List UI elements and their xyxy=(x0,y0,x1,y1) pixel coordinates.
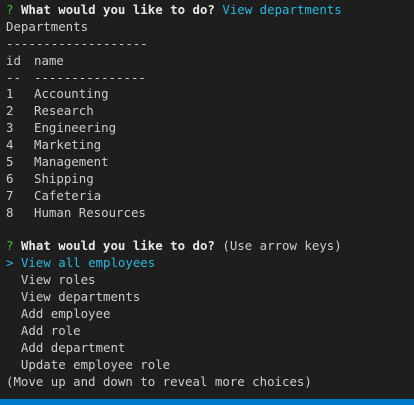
table-row: 6 Shipping xyxy=(6,171,414,188)
menu-choice-view-departments[interactable]: View departments xyxy=(6,289,414,306)
row-name: Engineering xyxy=(34,120,117,136)
row-id: 2 xyxy=(6,103,14,119)
row-id: 6 xyxy=(6,170,14,186)
choice-label: View departments xyxy=(20,289,141,305)
table-row: 2 Research xyxy=(6,103,414,120)
row-name: Accounting xyxy=(34,86,109,102)
row-id: 5 xyxy=(6,154,14,170)
prompt-line-1: ? What would you like to do? View depart… xyxy=(6,2,414,19)
prompt-hint: (Use arrow keys) xyxy=(222,238,342,254)
table-row: 4 Marketing xyxy=(6,137,414,154)
row-name: Marketing xyxy=(34,137,102,153)
row-name: Research xyxy=(34,103,94,119)
row-name: Cafeteria xyxy=(34,187,102,203)
choice-label: View roles xyxy=(20,272,96,288)
choice-label: View all employees xyxy=(20,255,156,271)
table-row: 1 Accounting xyxy=(6,86,414,103)
status-bar xyxy=(0,399,414,405)
prompt-line-2: ? What would you like to do? (Use arrow … xyxy=(6,238,414,255)
menu-choice-add-role[interactable]: Add role xyxy=(6,323,414,340)
choice-label: Update employee role xyxy=(20,356,171,372)
menu-choice-update-employee-role[interactable]: Update employee role xyxy=(6,357,414,374)
choice-label: Add department xyxy=(20,339,126,355)
table-title: Departments xyxy=(6,18,89,34)
choice-label: Add role xyxy=(20,322,81,338)
table-row: 8 Human Resources xyxy=(6,205,414,222)
menu-choice-add-department[interactable]: Add department xyxy=(6,340,414,357)
choice-label: Add employee xyxy=(20,306,111,322)
row-id: 3 xyxy=(6,120,14,136)
table-header-underline: -- --------------- xyxy=(6,70,414,87)
table-row: 5 Management xyxy=(6,154,414,171)
prompt-question: What would you like to do? xyxy=(20,2,215,17)
table-header-row: id name xyxy=(6,53,414,70)
header-id-underline: -- xyxy=(6,69,21,85)
table-row: 7 Cafeteria xyxy=(6,188,414,205)
row-id: 1 xyxy=(6,86,14,102)
menu-choice-view-all-employees[interactable]: > View all employees xyxy=(6,255,414,272)
row-id: 4 xyxy=(6,137,14,153)
header-name: name xyxy=(34,52,64,68)
prompt-answer: View departments xyxy=(222,2,342,17)
pointer-icon: > xyxy=(6,255,14,271)
header-name-underline: --------------- xyxy=(34,69,146,85)
terminal-output: ? What would you like to do? View depart… xyxy=(6,2,414,390)
question-mark: ? xyxy=(6,2,14,17)
question-mark: ? xyxy=(6,238,14,254)
table-title-underline: ------------------- xyxy=(6,35,148,51)
row-id: 8 xyxy=(6,204,14,220)
menu-choice-view-roles[interactable]: View roles xyxy=(6,272,414,289)
prompt-question: What would you like to do? xyxy=(20,238,215,254)
row-name: Shipping xyxy=(34,170,94,186)
row-name: Management xyxy=(34,154,109,170)
header-id: id xyxy=(6,52,21,68)
row-name: Human Resources xyxy=(34,204,146,220)
menu-choice-add-employee[interactable]: Add employee xyxy=(6,306,414,323)
row-id: 7 xyxy=(6,187,14,203)
table-row: 3 Engineering xyxy=(6,120,414,137)
menu-footer-hint: (Move up and down to reveal more choices… xyxy=(6,373,312,389)
